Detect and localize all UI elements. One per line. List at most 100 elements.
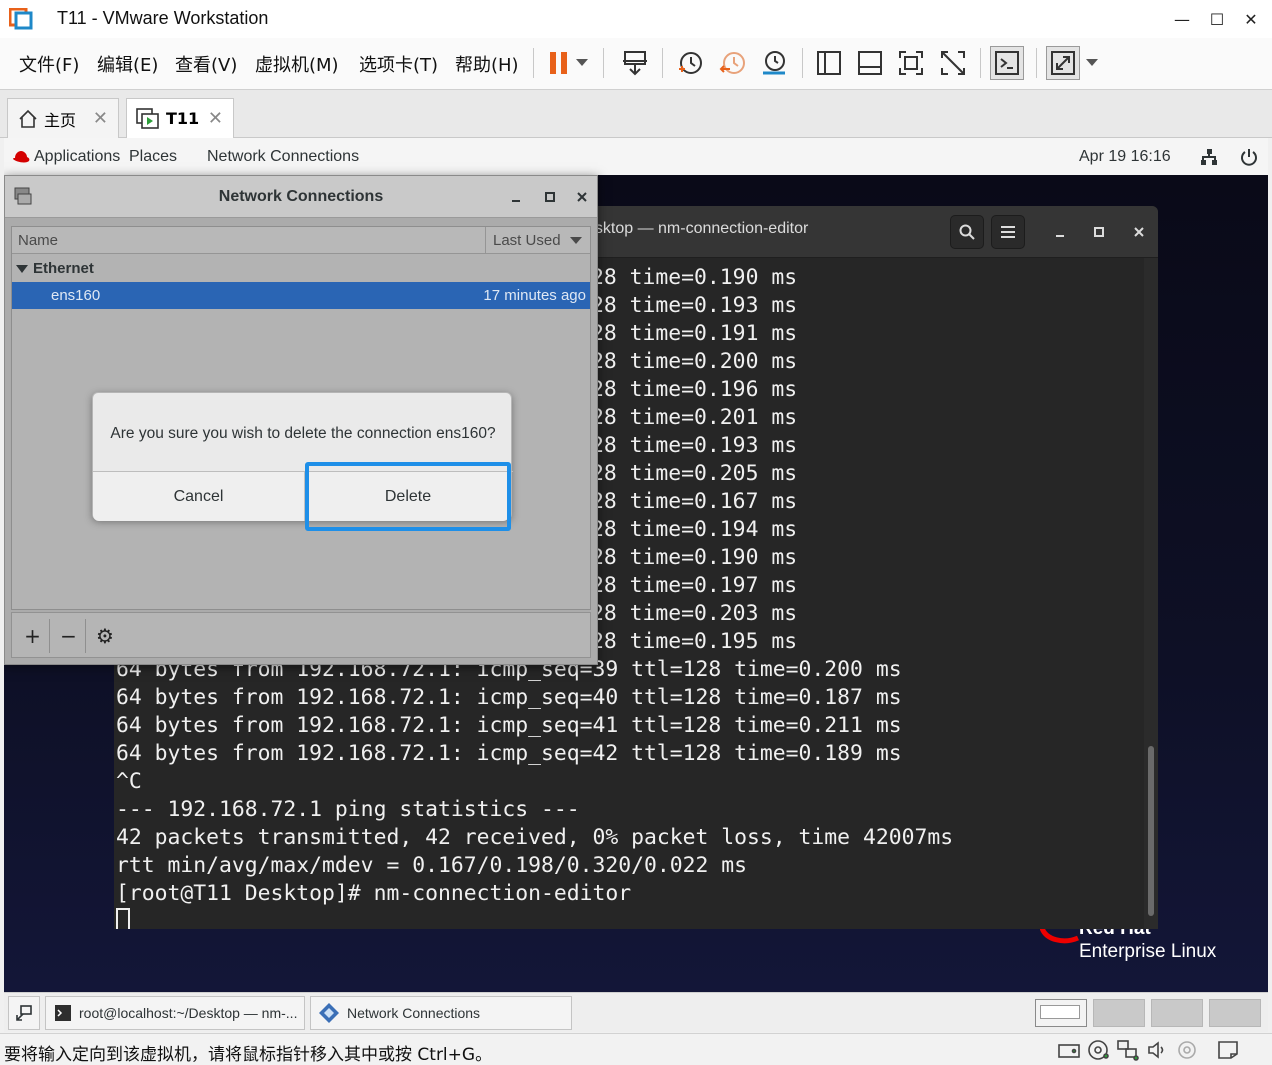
terminal-line: 64 bytes from 192.168.72.1: icmp_seq=41 … [116,713,902,738]
power-icon[interactable] [1240,148,1258,166]
message-log-icon[interactable] [1216,1039,1240,1061]
workspace-4[interactable] [1209,999,1261,1027]
network-adapter-icon[interactable] [1116,1039,1140,1061]
terminal-search-button[interactable] [950,215,984,249]
send-ctrl-alt-del-icon[interactable] [618,46,652,80]
delete-button[interactable]: Delete [307,472,509,521]
nc-minimize-button[interactable] [505,186,527,208]
chevron-down-icon[interactable] [570,46,594,80]
chevron-down-icon[interactable] [1080,46,1104,80]
remove-connection-button[interactable]: − [52,619,86,653]
maximize-icon [1094,227,1104,237]
active-app-menu[interactable]: Network Connections [207,148,359,166]
home-icon [19,109,37,128]
close-tab-icon[interactable]: ✕ [93,108,108,129]
column-name[interactable]: Name [18,232,58,249]
redhat-icon [13,151,30,163]
connection-toolbar: + − ⚙ [11,612,591,658]
menu-vm[interactable]: 虚拟机(M) [255,51,339,77]
tab-t11[interactable]: T11 ✕ [126,98,234,138]
vmware-tab-bar: 主页 ✕ T11 ✕ [0,90,1272,138]
show-desktop-icon [16,1005,32,1021]
minus-icon: − [60,624,77,648]
brand-line2: Enterprise Linux [1079,941,1217,962]
close-tab-icon[interactable]: ✕ [208,108,223,129]
minimize-button[interactable]: — [1164,6,1200,32]
terminal-menu-button[interactable] [991,215,1025,249]
snapshot-manager-icon[interactable] [757,46,791,80]
toolbar-separator [533,48,534,78]
console-view-icon[interactable] [990,46,1024,80]
revert-snapshot-icon[interactable] [716,46,750,80]
network-app-icon [319,1003,339,1023]
delete-confirm-dialog: Are you sure you wish to delete the conn… [92,392,513,521]
terminal-prompt: [root@T11 Desktop]# nm-connection-editor [116,881,632,906]
edit-connection-button[interactable]: ⚙ [88,619,122,653]
tab-home[interactable]: 主页 ✕ [7,98,119,138]
cancel-button[interactable]: Cancel [93,472,305,521]
toolbar-separator [662,48,663,78]
taskbar-label: root@localhost:~/Desktop — nm-... [79,1005,298,1021]
workspace-3[interactable] [1151,999,1203,1027]
tab-label: 主页 [44,110,77,130]
terminal-line: rtt min/avg/max/mdev = 0.167/0.198/0.320… [116,853,748,878]
list-item-ens160[interactable]: ens160 17 minutes ago [12,282,590,309]
terminal-minimize-button[interactable] [1043,215,1077,249]
thumbnail-view-icon[interactable] [853,46,887,80]
stretch-guest-icon[interactable] [1046,46,1080,80]
workspace-2[interactable] [1093,999,1145,1027]
menu-file[interactable]: 文件(F) [19,51,79,77]
tab-label: T11 [166,109,200,128]
show-desktop-button[interactable] [8,996,40,1030]
group-row-ethernet[interactable]: Ethernet [12,255,590,282]
close-button[interactable]: ✕ [1233,6,1269,32]
guest-screen[interactable]: Applications Places Network Connections … [4,138,1268,992]
toolbar-separator [603,48,604,78]
unity-mode-icon[interactable] [936,46,970,80]
expander-down-icon[interactable] [16,265,28,274]
menu-edit[interactable]: 编辑(E) [97,51,158,77]
menu-view[interactable]: 查看(V) [175,51,237,77]
menu-tabs[interactable]: 选项卡(T) [359,51,438,77]
applications-menu[interactable]: Applications [34,148,120,166]
sound-icon[interactable] [1146,1039,1170,1061]
clock[interactable]: Apr 19 16:16 [1079,148,1171,166]
cd-dvd-icon[interactable] [1087,1039,1111,1061]
taskbar-item-terminal[interactable]: root@localhost:~/Desktop — nm-... [45,996,305,1030]
terminal-maximize-button[interactable] [1082,215,1116,249]
minimize-icon [1056,235,1064,237]
terminal-close-button[interactable] [1122,215,1156,249]
usb-device-icon[interactable] [1175,1039,1199,1061]
fullscreen-icon[interactable] [894,46,928,80]
connection-name: ens160 [51,287,101,304]
workspace-1[interactable] [1035,999,1087,1027]
add-connection-button[interactable]: + [16,619,50,653]
list-header: Name Last Used [12,227,590,254]
network-connections-window[interactable]: Network Connections Name Last Used Ether… [4,175,598,665]
vmware-status-bar: 要将输入定向到该虚拟机，请将鼠标指针移入其中或按 Ctrl+G。 [0,1033,1272,1065]
network-wired-icon[interactable] [1200,148,1218,166]
nc-close-button[interactable] [571,186,593,208]
connection-last-used: 17 minutes ago [483,287,586,304]
sort-chevron-down-icon[interactable] [570,237,582,245]
terminal-icon [55,1005,71,1021]
toolbar-separator [1036,48,1037,78]
menu-help[interactable]: 帮助(H) [455,51,519,77]
nc-maximize-button[interactable] [539,186,561,208]
close-icon [577,192,587,202]
terminal-line: ^C [116,769,142,794]
maximize-button[interactable]: ☐ [1199,6,1235,32]
snapshot-icon[interactable] [673,46,707,80]
dialog-message: Are you sure you wish to delete the conn… [110,425,496,442]
terminal-scrollbar[interactable] [1148,746,1154,916]
hard-disk-icon[interactable] [1057,1039,1081,1061]
sidebar-view-icon[interactable] [812,46,846,80]
column-last-used[interactable]: Last Used [493,232,561,249]
status-message: 要将输入定向到该虚拟机，请将鼠标指针移入其中或按 Ctrl+G。 [4,1045,493,1065]
close-icon [1134,227,1144,237]
search-icon [959,224,975,240]
network-connections-header[interactable]: Network Connections [5,176,597,218]
vmware-titlebar: T11 - VMware Workstation — ☐ ✕ [0,0,1272,38]
places-menu[interactable]: Places [129,148,177,166]
taskbar-item-network-connections[interactable]: Network Connections [310,996,572,1030]
